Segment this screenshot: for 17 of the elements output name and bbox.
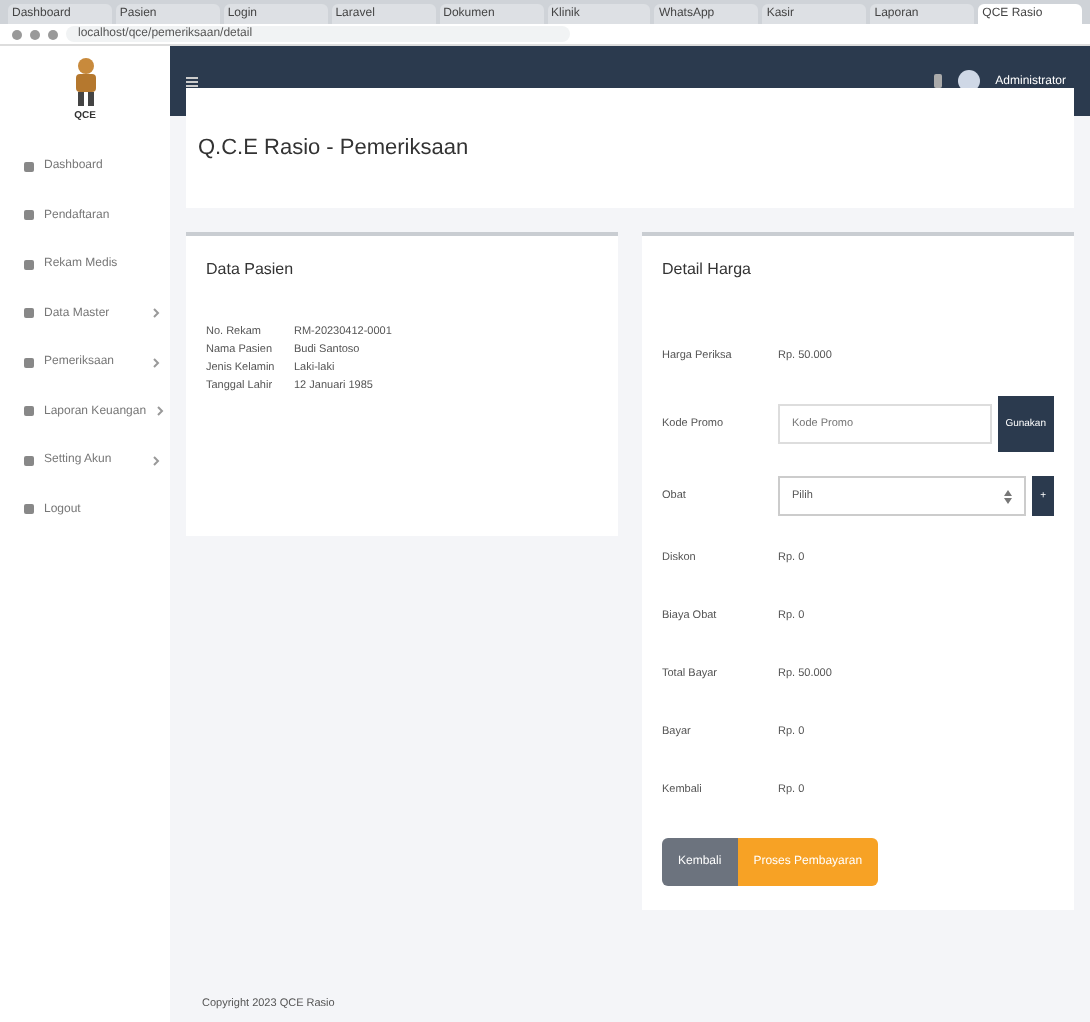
menu-item-icon <box>24 455 34 466</box>
menu-item-icon <box>24 357 34 368</box>
menu-item-icon <box>24 504 34 515</box>
menu-item-icon <box>24 210 34 221</box>
chevron-icon <box>152 308 160 319</box>
menu-item-icon <box>24 161 34 172</box>
card-title: Data Pasien <box>206 260 296 278</box>
page-title: Q.C.E Rasio - Pemeriksaan <box>198 136 469 160</box>
chevron-icon <box>152 455 160 466</box>
menu-item-icon <box>24 259 34 270</box>
chevron-icon <box>152 357 160 368</box>
chevron-icon <box>156 406 165 417</box>
menu-item-icon <box>24 308 34 319</box>
card-title: Detail Harga <box>662 260 753 278</box>
menu-icon[interactable] <box>186 75 198 87</box>
select-arrows-icon <box>1004 489 1013 503</box>
menu-item-icon <box>24 406 34 417</box>
